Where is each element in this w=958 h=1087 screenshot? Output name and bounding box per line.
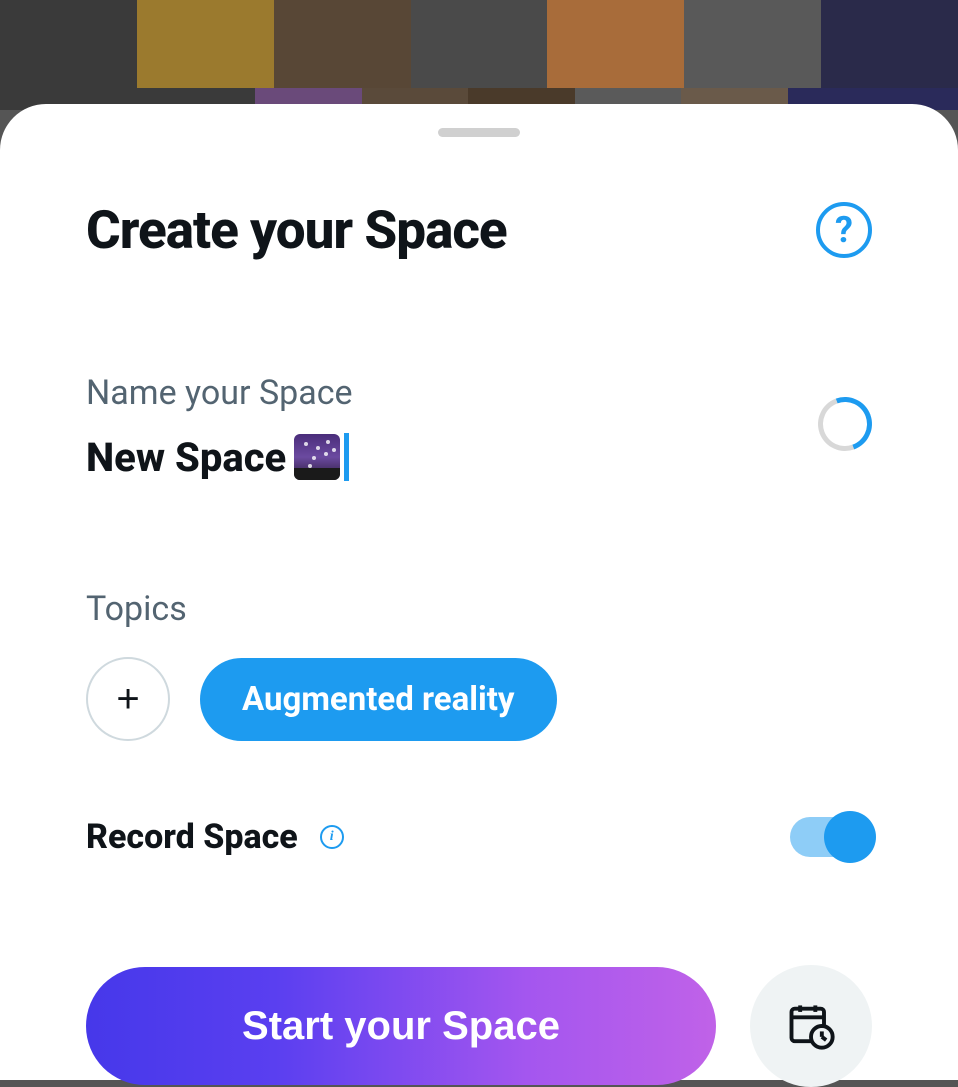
page-title: Create your Space <box>86 199 507 261</box>
space-name-value: New Space <box>86 434 286 481</box>
help-icon[interactable]: ? <box>816 202 872 258</box>
sheet-grabber[interactable] <box>438 128 520 137</box>
calendar-clock-icon <box>785 1000 837 1052</box>
space-name-input[interactable]: New Space <box>86 433 818 481</box>
info-icon[interactable]: i <box>320 825 344 849</box>
name-label: Name your Space <box>86 373 818 413</box>
topic-chip[interactable]: Augmented reality <box>200 658 557 741</box>
start-button-label: Start your Space <box>242 1004 560 1049</box>
loading-spinner-icon <box>809 388 881 460</box>
text-cursor <box>344 433 349 481</box>
start-space-button[interactable]: Start your Space <box>86 967 716 1085</box>
schedule-button[interactable] <box>750 965 872 1087</box>
record-label: Record Space <box>86 817 298 857</box>
toggle-knob <box>824 811 876 863</box>
topics-label: Topics <box>86 589 872 629</box>
milky-way-emoji-icon <box>294 434 340 480</box>
add-topic-button[interactable]: + <box>86 657 170 741</box>
plus-icon: + <box>116 677 139 722</box>
bottom-sheet: Create your Space ? Name your Space New … <box>0 104 958 1080</box>
record-toggle[interactable] <box>790 817 872 857</box>
